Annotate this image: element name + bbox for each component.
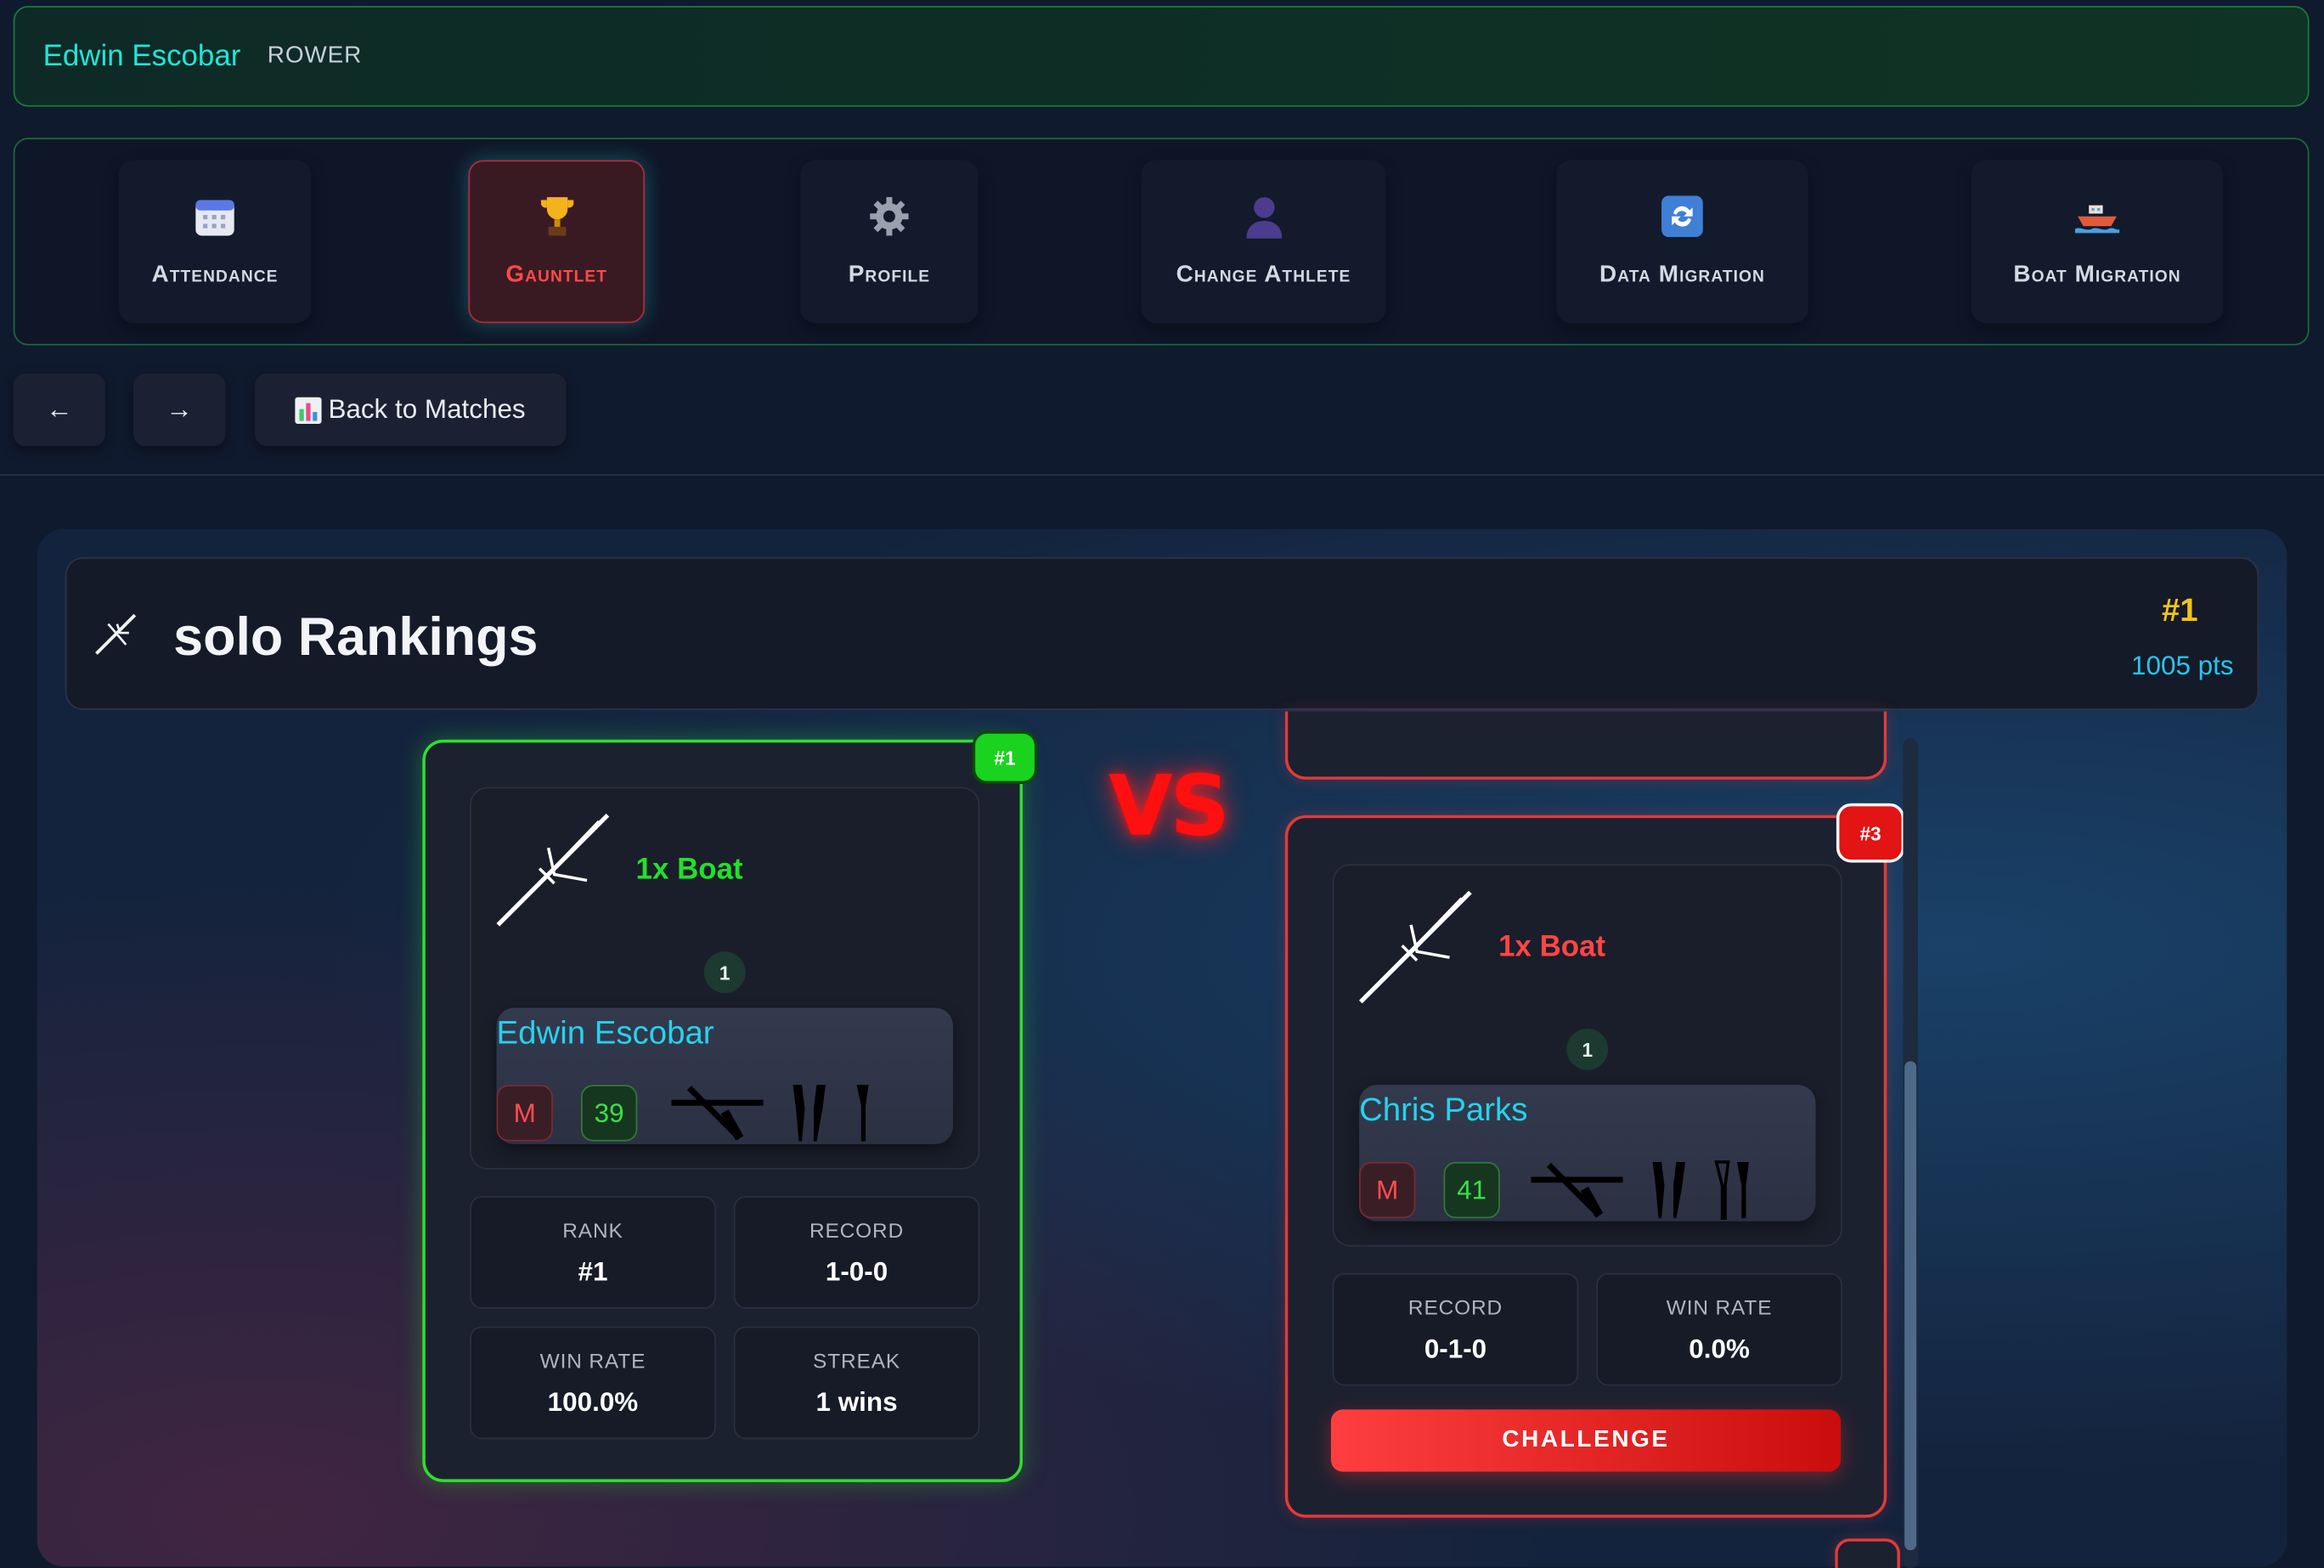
stat-value: #1 — [578, 1256, 608, 1287]
user-header: Edwin Escobar ROWER — [13, 5, 2310, 107]
nav-label: Data Migration — [1599, 262, 1765, 288]
sculling-oars-icon — [1528, 1159, 1626, 1229]
stat-value: 1-0-0 — [825, 1256, 888, 1287]
rank-badge: #1 — [972, 730, 1038, 785]
nav-boat-migration[interactable]: Boat Migration — [1971, 160, 2224, 324]
stat-label: STREAK — [813, 1348, 901, 1373]
divider — [0, 474, 2324, 477]
boat-panel: 1x Boat 1 Edwin Escobar M 39 — [470, 787, 980, 1170]
current-rank: #1 — [2161, 591, 2198, 629]
nav-data-migration[interactable]: Data Migration — [1556, 160, 1808, 324]
stat-value: 0-1-0 — [1424, 1334, 1487, 1364]
stat-label: WIN RATE — [539, 1348, 646, 1373]
stat-rank: RANK #1 — [470, 1196, 716, 1309]
nav-attendance[interactable]: Attendance — [118, 160, 312, 324]
boat-panel: 1x Boat 1 Chris Parks M 41 — [1332, 864, 1842, 1247]
athlete-name: Chris Parks — [1359, 1091, 1528, 1128]
stat-label: WIN RATE — [1666, 1295, 1773, 1319]
stat-streak: STREAK 1 wins — [733, 1326, 980, 1440]
back-arrow-button[interactable]: ← — [13, 373, 105, 447]
nav-label: Attendance — [151, 262, 279, 288]
scrollbar-thumb[interactable] — [1904, 1061, 1917, 1551]
back-to-matches-label: Back to Matches — [328, 394, 526, 425]
calendar-icon — [193, 195, 237, 239]
oar-icon — [93, 612, 138, 664]
sculling-oars-icon — [668, 1082, 766, 1152]
number-chip: 39 — [581, 1085, 638, 1142]
user-role: ROWER — [267, 42, 363, 69]
boat-icon — [2074, 195, 2120, 239]
athlete-name: Edwin Escobar — [496, 1013, 714, 1052]
athlete-slot[interactable]: Edwin Escobar M 39 — [496, 1007, 953, 1145]
oar-blades-icon — [787, 1082, 832, 1152]
gear-icon — [867, 195, 911, 239]
trophy-icon — [534, 195, 578, 239]
gender-chip: M — [1359, 1162, 1416, 1219]
user-name: Edwin Escobar — [42, 39, 241, 72]
stat-win-rate: WIN RATE 0.0% — [1596, 1272, 1842, 1386]
my-athlete-card: #1 1x Boat 1 Edwin Escobar M 39 RANK #1 … — [422, 730, 1038, 1482]
challenge-button[interactable]: CHALLENGE — [1330, 1409, 1842, 1472]
crossed-oars-icon — [1357, 889, 1473, 1012]
nav-profile[interactable]: Profile — [800, 160, 979, 324]
stat-record: RECORD 0-1-0 — [1332, 1272, 1579, 1386]
nav-change-athlete[interactable]: Change Athlete — [1141, 160, 1386, 324]
boat-label: 1x Boat — [635, 854, 743, 887]
nav-label: Profile — [848, 262, 931, 288]
stat-label: RECORD — [1407, 1295, 1503, 1319]
rankings-title: solo Rankings — [173, 606, 539, 668]
next-rank-badge — [1835, 1538, 1900, 1568]
nav-gauntlet[interactable]: Gauntlet — [468, 160, 646, 324]
rankings-header: solo Rankings #1 1005 pts — [65, 557, 2259, 710]
current-points: 1005 pts — [2131, 651, 2234, 680]
opponent-card-previous[interactable] — [1284, 711, 1887, 780]
rank-badge: #3 — [1836, 803, 1905, 863]
crossed-oars-icon — [495, 812, 611, 935]
seat-number: 1 — [1566, 1028, 1609, 1070]
stat-value: 1 wins — [815, 1387, 898, 1418]
nav-label: Change Athlete — [1176, 262, 1351, 288]
stat-win-rate: WIN RATE 100.0% — [470, 1326, 716, 1440]
stat-value: 100.0% — [547, 1387, 639, 1418]
forward-arrow-button[interactable]: → — [133, 373, 226, 447]
gender-chip: M — [496, 1085, 553, 1142]
number-chip: 41 — [1443, 1162, 1500, 1219]
person-icon — [1241, 195, 1285, 239]
nav-label: Boat Migration — [2013, 262, 2181, 288]
chart-icon — [296, 396, 323, 424]
oar-blades-icon — [1647, 1159, 1691, 1229]
oar-outline-icon — [1712, 1159, 1756, 1229]
back-to-matches-button[interactable]: Back to Matches — [255, 373, 567, 447]
single-oar-icon — [852, 1082, 872, 1152]
stat-record: RECORD 1-0-0 — [733, 1196, 980, 1309]
main-nav: Attendance Gauntlet Profile Change Athle… — [13, 138, 2310, 346]
stat-label: RANK — [562, 1218, 623, 1243]
nav-label: Gauntlet — [505, 262, 608, 288]
athlete-slot[interactable]: Chris Parks M 41 — [1359, 1085, 1816, 1221]
seat-number: 1 — [703, 951, 746, 994]
stat-label: RECORD — [809, 1218, 905, 1243]
vs-label: VS — [1108, 759, 1229, 855]
stat-value: 0.0% — [1689, 1334, 1750, 1364]
sync-icon — [1660, 195, 1704, 239]
boat-label: 1x Boat — [1498, 930, 1606, 964]
